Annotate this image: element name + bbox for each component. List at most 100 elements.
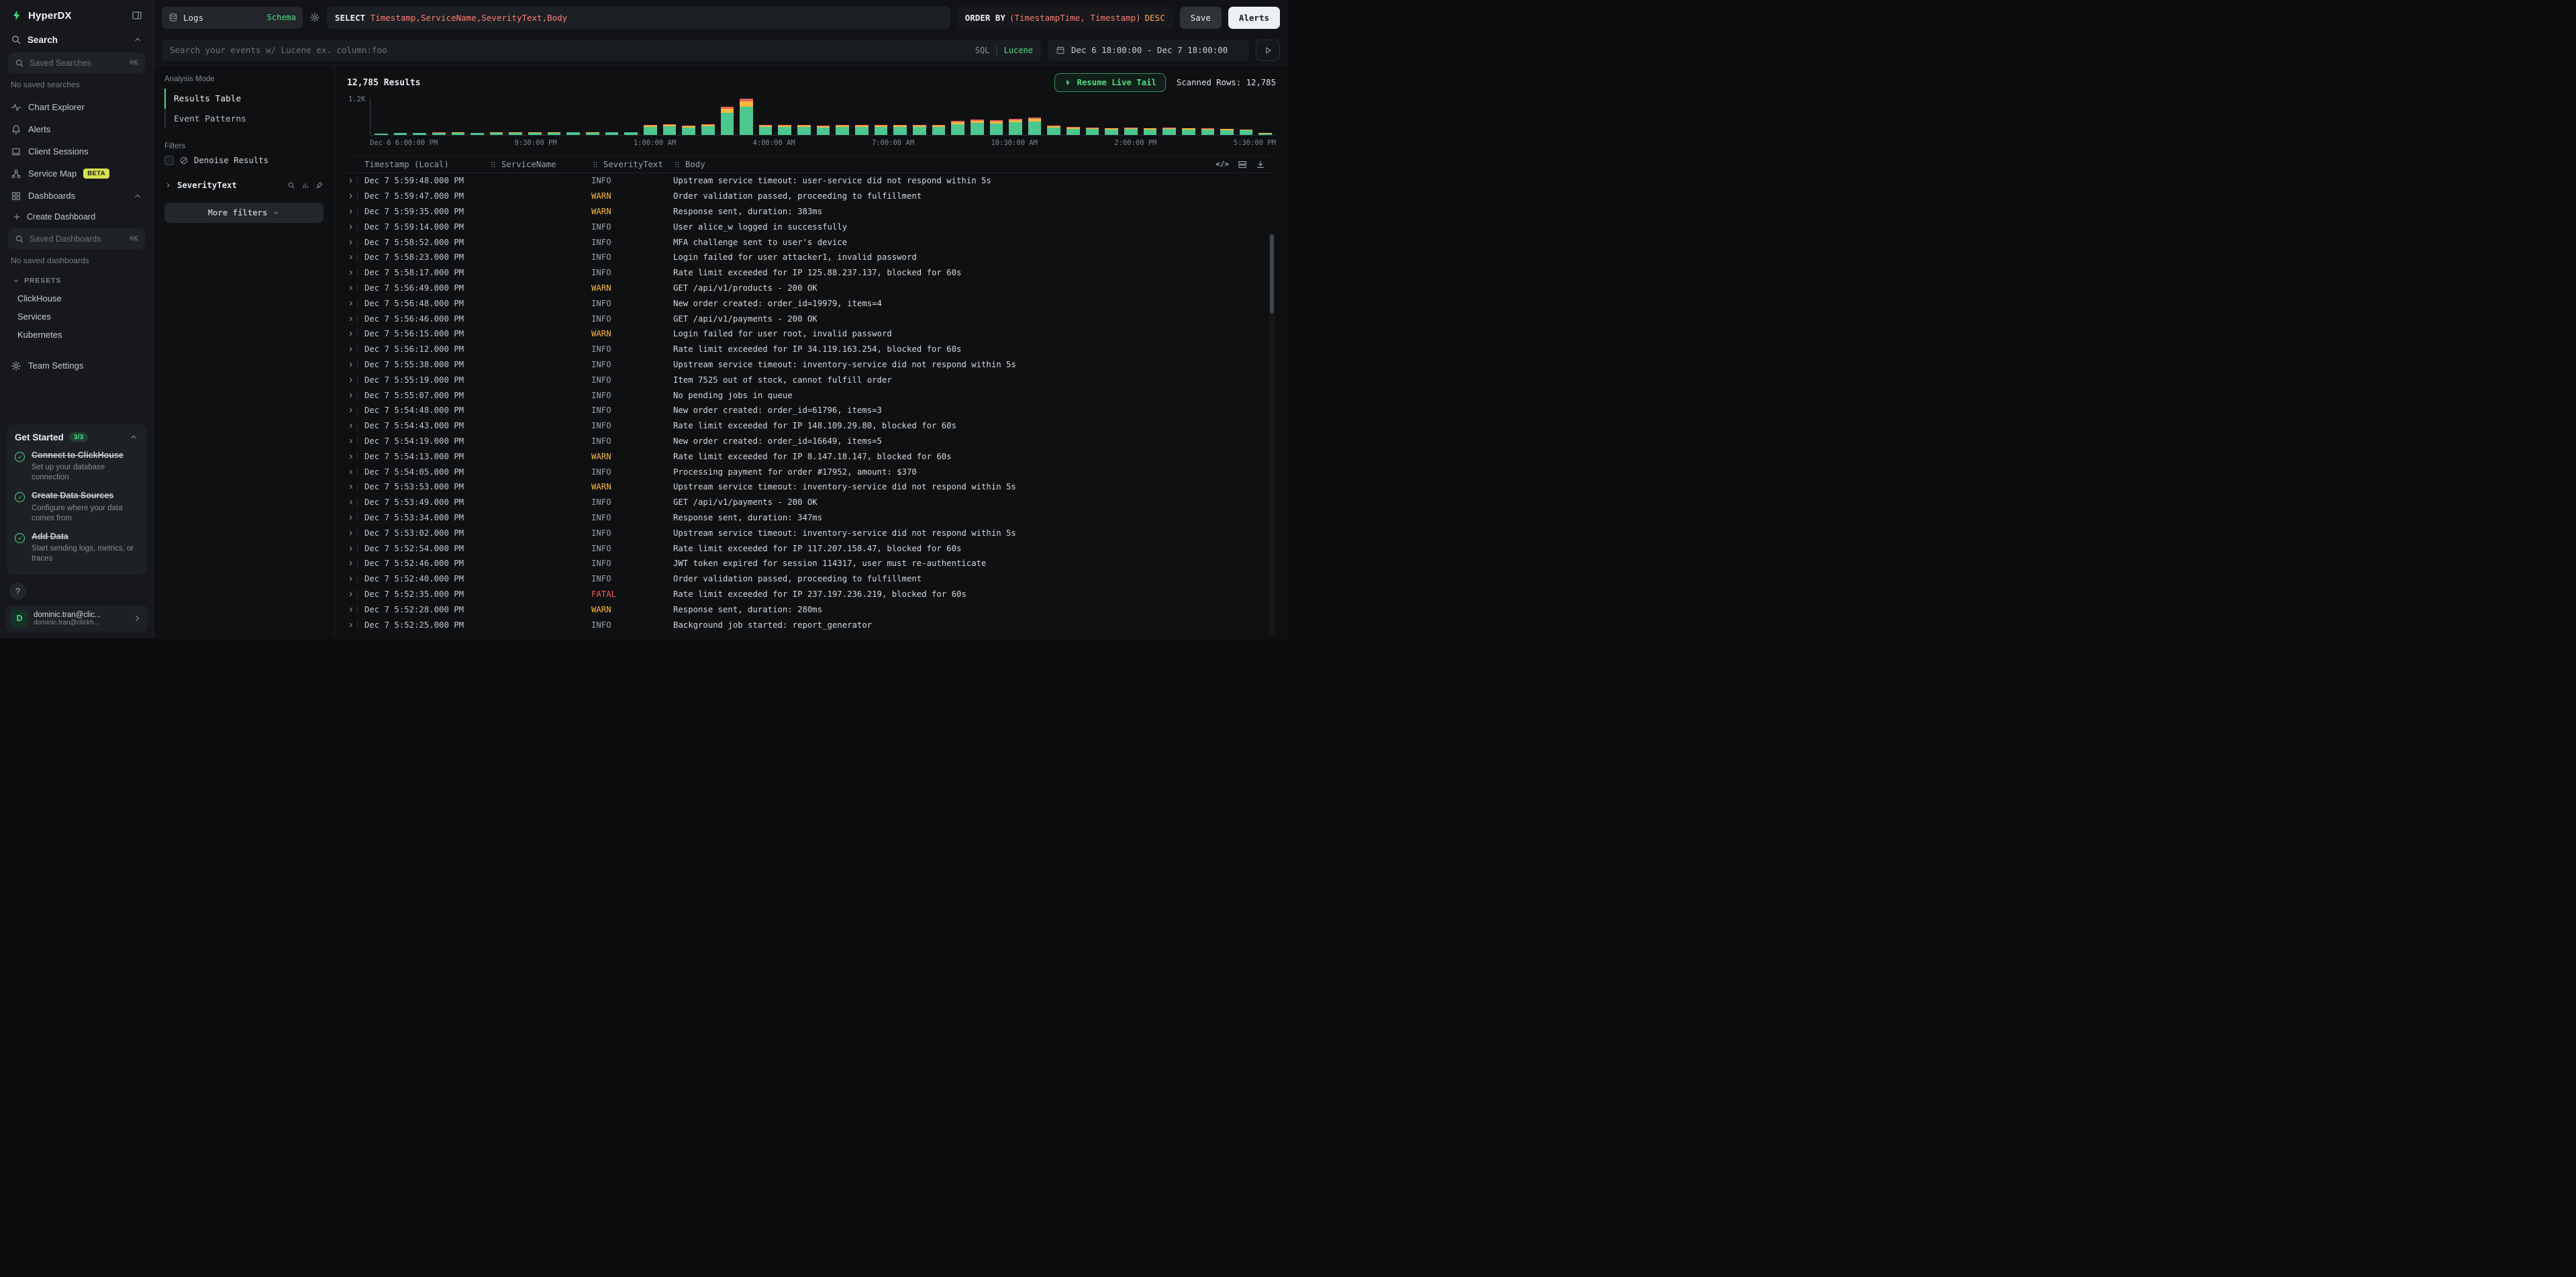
histogram-bar[interactable] xyxy=(394,133,407,135)
column-header-severitytext[interactable]: SeverityText xyxy=(591,160,673,169)
expand-row-control[interactable] xyxy=(347,375,364,384)
column-header-timestamp-local[interactable]: Timestamp (Local) xyxy=(364,160,489,169)
preset-services[interactable]: Services xyxy=(0,308,153,326)
log-row[interactable]: Dec 7 5:54:48.000 PMINFONew order create… xyxy=(347,403,1276,418)
expand-row-control[interactable] xyxy=(347,589,364,598)
histogram-bar[interactable] xyxy=(452,132,465,135)
histogram-bar[interactable] xyxy=(413,133,426,135)
expand-row-control[interactable] xyxy=(347,575,364,583)
facet-chart-icon[interactable] xyxy=(301,181,309,189)
histogram-bar[interactable] xyxy=(528,132,542,135)
log-row[interactable]: Dec 7 5:56:15.000 PMWARNLogin failed for… xyxy=(347,326,1276,342)
preset-clickhouse[interactable]: ClickHouse xyxy=(0,289,153,308)
mode-event-patterns[interactable]: Event Patterns xyxy=(164,109,324,129)
event-search-input[interactable]: Search your events w/ Lucene ex. column:… xyxy=(162,40,1041,61)
log-row[interactable]: Dec 7 5:55:19.000 PMINFOItem 7525 out of… xyxy=(347,372,1276,387)
get-started-header[interactable]: Get Started 3/3 xyxy=(15,432,138,442)
expand-row-control[interactable] xyxy=(347,528,364,537)
log-row[interactable]: Dec 7 5:58:52.000 PMINFOMFA challenge se… xyxy=(347,234,1276,250)
histogram-bar[interactable] xyxy=(855,125,869,135)
expand-row-control[interactable] xyxy=(347,498,364,507)
histogram-bar[interactable] xyxy=(1028,117,1042,135)
histogram-bar[interactable] xyxy=(740,99,753,135)
sidebar-item-alerts[interactable]: Alerts xyxy=(0,118,153,140)
log-row[interactable]: Dec 7 5:59:47.000 PMWARNOrder validation… xyxy=(347,189,1276,204)
facet-severitytext[interactable]: SeverityText xyxy=(164,176,324,195)
histogram-bar[interactable] xyxy=(778,125,791,135)
histogram-bar[interactable] xyxy=(932,125,946,135)
date-range-picker[interactable]: Dec 6 18:00:00 - Dec 7 18:00:00 xyxy=(1048,40,1249,61)
scrollbar-thumb[interactable] xyxy=(1270,234,1274,314)
expand-row-control[interactable] xyxy=(347,192,364,201)
histogram-bar[interactable] xyxy=(644,125,657,135)
expand-row-control[interactable] xyxy=(347,360,364,369)
log-row[interactable]: Dec 7 5:54:13.000 PMWARNRate limit excee… xyxy=(347,448,1276,464)
log-row[interactable]: Dec 7 5:54:43.000 PMINFORate limit excee… xyxy=(347,418,1276,434)
facet-search-icon[interactable] xyxy=(287,181,295,189)
expand-row-control[interactable] xyxy=(347,620,364,629)
expand-row-control[interactable] xyxy=(347,452,364,461)
log-row[interactable]: Dec 7 5:52:46.000 PMINFOJWT token expire… xyxy=(347,556,1276,571)
sidebar-item-search[interactable]: Search xyxy=(0,28,153,51)
expand-row-control[interactable] xyxy=(347,483,364,491)
sidebar-item-dashboards[interactable]: Dashboards xyxy=(0,185,153,207)
log-row[interactable]: Dec 7 5:58:17.000 PMINFORate limit excee… xyxy=(347,265,1276,281)
log-row[interactable]: Dec 7 5:53:34.000 PMINFOResponse sent, d… xyxy=(347,510,1276,526)
histogram-bar[interactable] xyxy=(509,132,522,135)
histogram-bar[interactable] xyxy=(1067,127,1080,135)
log-row[interactable]: Dec 7 5:56:48.000 PMINFONew order create… xyxy=(347,295,1276,311)
histogram-bar[interactable] xyxy=(1086,128,1099,135)
sql-mode-toggle[interactable]: SQL xyxy=(975,46,990,55)
collapse-sidebar-icon[interactable] xyxy=(132,10,142,21)
more-filters-button[interactable]: More filters xyxy=(164,203,324,223)
mode-results-table[interactable]: Results Table xyxy=(164,89,324,109)
histogram-bar[interactable] xyxy=(971,120,984,135)
histogram-bar[interactable] xyxy=(1201,128,1215,135)
sidebar-item-service-map[interactable]: Service MapBETA xyxy=(0,162,153,185)
log-row[interactable]: Dec 7 5:56:12.000 PMINFORate limit excee… xyxy=(347,342,1276,357)
histogram-bar[interactable] xyxy=(605,132,619,135)
histogram-bar[interactable] xyxy=(1220,129,1234,135)
expand-row-control[interactable] xyxy=(347,391,364,399)
source-select[interactable]: Logs Schema xyxy=(162,7,303,29)
log-row[interactable]: Dec 7 5:59:35.000 PMWARNResponse sent, d… xyxy=(347,204,1276,220)
histogram-bar[interactable] xyxy=(1182,128,1195,135)
log-row[interactable]: Dec 7 5:55:38.000 PMINFOUpstream service… xyxy=(347,357,1276,373)
histogram-bar[interactable] xyxy=(990,120,1003,135)
log-row[interactable]: Dec 7 5:56:49.000 PMWARNGET /api/v1/prod… xyxy=(347,281,1276,296)
expand-row-control[interactable] xyxy=(347,406,364,415)
resume-live-tail-button[interactable]: Resume Live Tail xyxy=(1054,73,1165,92)
histogram-bar[interactable] xyxy=(663,124,677,135)
saved-searches-input[interactable]: Saved Searches ⌘K xyxy=(8,52,145,73)
sql-select-input[interactable]: SELECT Timestamp,ServiceName,SeverityTex… xyxy=(327,7,950,29)
histogram-bar[interactable] xyxy=(1144,128,1157,135)
histogram-bar[interactable] xyxy=(1240,130,1253,135)
get-started-task[interactable]: Create Data SourcesConfigure where your … xyxy=(15,491,138,524)
histogram-bar[interactable] xyxy=(1009,119,1022,135)
run-query-button[interactable] xyxy=(1256,40,1280,61)
log-row[interactable]: Dec 7 5:55:07.000 PMINFONo pending jobs … xyxy=(347,387,1276,403)
column-header-body[interactable]: Body xyxy=(673,160,1216,169)
expand-row-control[interactable] xyxy=(347,283,364,292)
expand-row-control[interactable] xyxy=(347,314,364,323)
log-row[interactable]: Dec 7 5:53:02.000 PMINFOUpstream service… xyxy=(347,525,1276,540)
log-row[interactable]: Dec 7 5:53:49.000 PMINFOGET /api/v1/paym… xyxy=(347,495,1276,510)
user-menu[interactable]: D dominic.tran@clic... dominic.tran@clic… xyxy=(5,605,148,632)
expand-row-control[interactable] xyxy=(347,253,364,262)
expand-row-control[interactable] xyxy=(347,299,364,308)
log-row[interactable]: Dec 7 5:52:28.000 PMWARNResponse sent, d… xyxy=(347,602,1276,617)
log-row[interactable]: Dec 7 5:59:14.000 PMINFOUser alice_w log… xyxy=(347,219,1276,234)
sidebar-item-chart-explorer[interactable]: Chart Explorer xyxy=(0,96,153,118)
column-header-servicename[interactable]: ServiceName xyxy=(489,160,591,169)
histogram-bar[interactable] xyxy=(470,133,484,135)
log-row[interactable]: Dec 7 5:59:48.000 PMINFOUpstream service… xyxy=(347,173,1276,189)
histogram-bar[interactable] xyxy=(566,132,580,135)
histogram-bar[interactable] xyxy=(1047,126,1060,135)
histogram-bar[interactable] xyxy=(682,126,695,135)
log-row[interactable]: Dec 7 5:53:53.000 PMWARNUpstream service… xyxy=(347,479,1276,495)
create-dashboard-button[interactable]: Create Dashboard xyxy=(0,207,153,227)
histogram-bar[interactable] xyxy=(817,126,830,135)
expand-row-control[interactable] xyxy=(347,330,364,338)
histogram-bar[interactable] xyxy=(836,125,849,135)
chevron-up-icon[interactable] xyxy=(129,432,138,442)
